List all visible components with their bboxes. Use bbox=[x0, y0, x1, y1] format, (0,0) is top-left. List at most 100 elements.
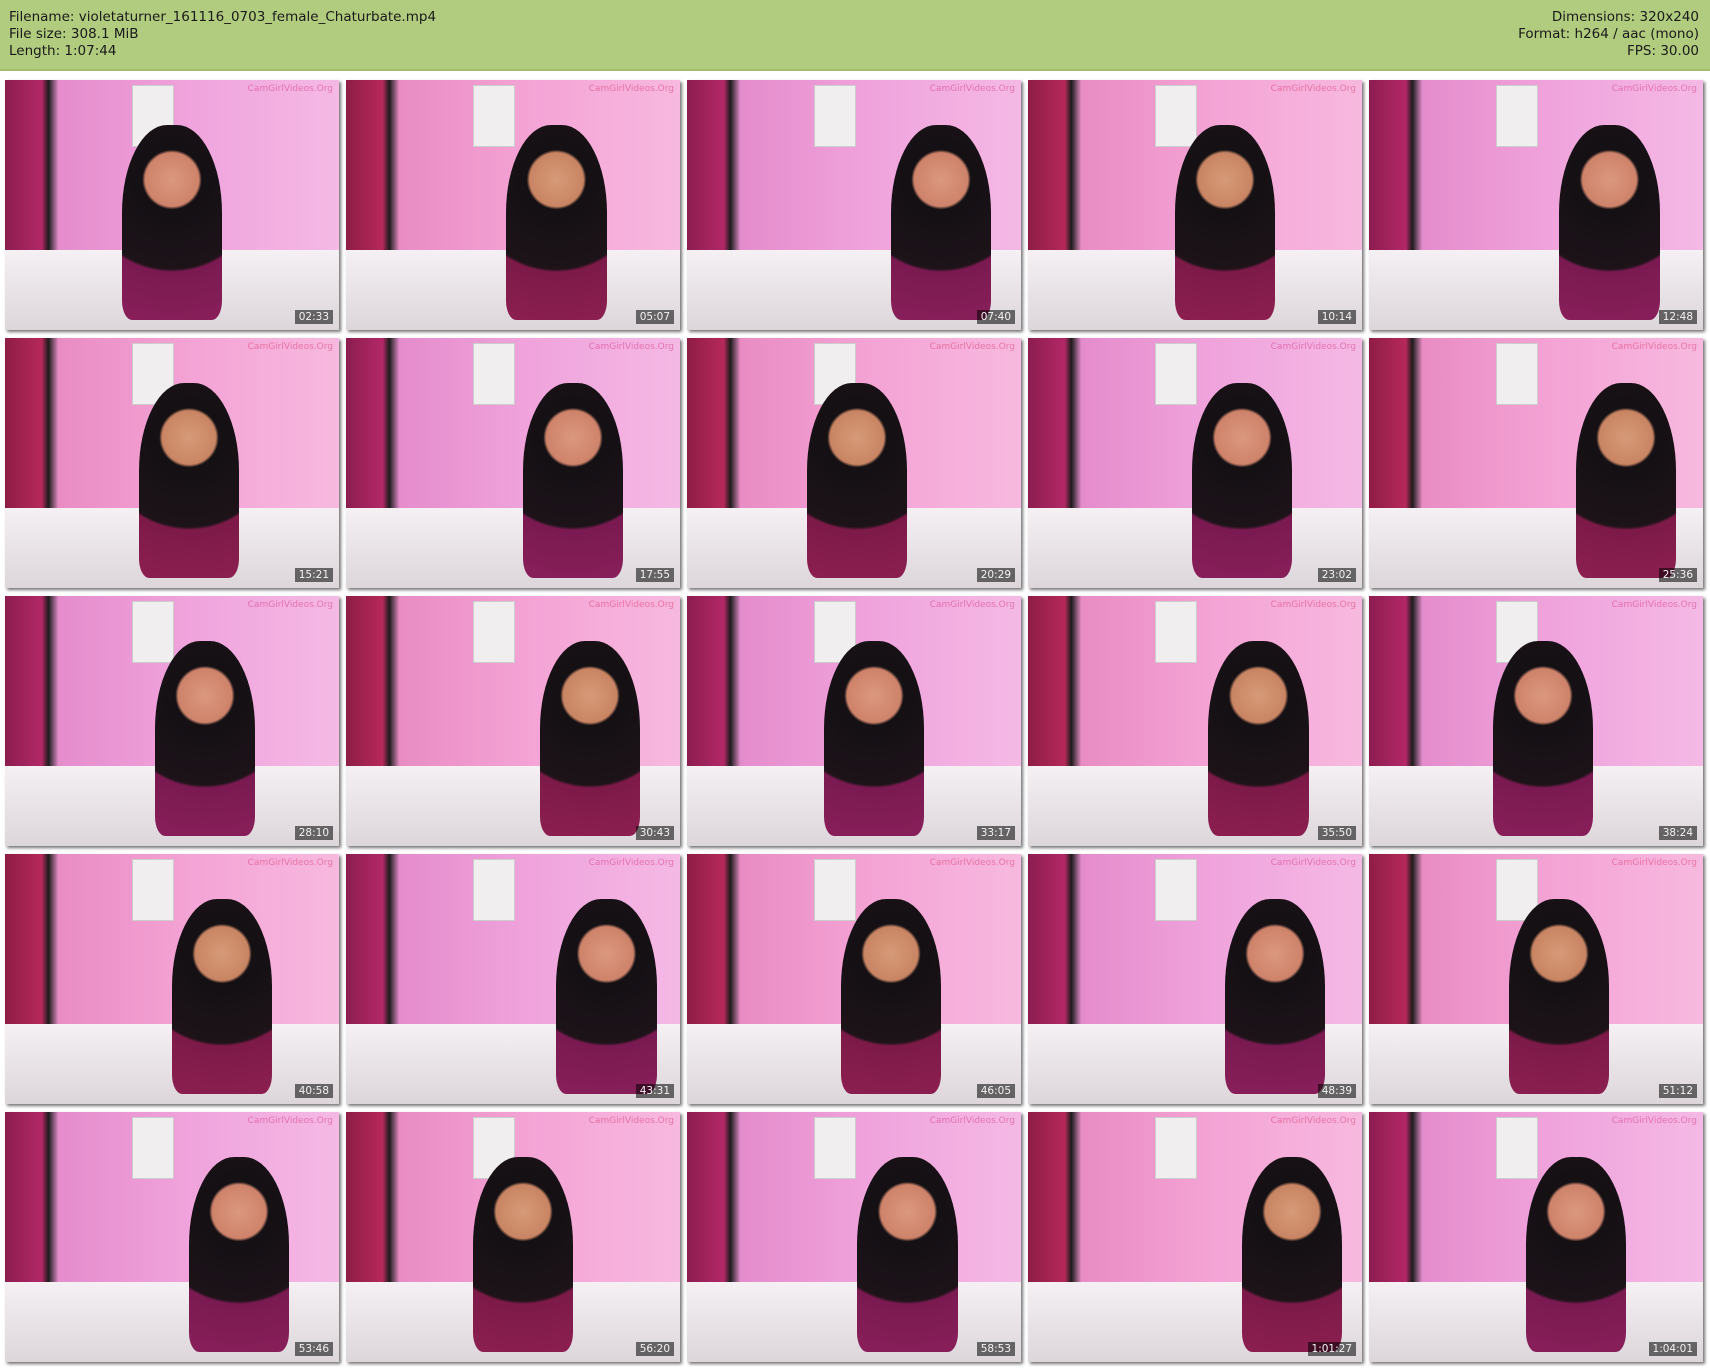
wall-sign-image bbox=[813, 859, 856, 921]
video-thumbnail[interactable]: CamGirlVideos.Org 10:14 bbox=[1028, 80, 1362, 330]
timestamp: 40:58 bbox=[294, 1084, 333, 1098]
person-image bbox=[1576, 383, 1677, 578]
person-image bbox=[472, 1157, 574, 1352]
person-image bbox=[1492, 641, 1593, 836]
wall-sign-image bbox=[472, 601, 515, 663]
watermark: CamGirlVideos.Org bbox=[929, 858, 1015, 868]
watermark: CamGirlVideos.Org bbox=[247, 342, 333, 352]
watermark: CamGirlVideos.Org bbox=[1270, 84, 1356, 94]
watermark: CamGirlVideos.Org bbox=[588, 858, 674, 868]
video-thumbnail[interactable]: CamGirlVideos.Org 35:50 bbox=[1028, 596, 1362, 846]
timestamp: 56:20 bbox=[635, 1342, 674, 1356]
video-thumbnail[interactable]: CamGirlVideos.Org 15:21 bbox=[5, 338, 339, 588]
timestamp: 17:55 bbox=[635, 568, 674, 582]
watermark: CamGirlVideos.Org bbox=[588, 342, 674, 352]
video-thumbnail[interactable]: CamGirlVideos.Org 58:53 bbox=[687, 1112, 1021, 1362]
watermark: CamGirlVideos.Org bbox=[588, 600, 674, 610]
video-thumbnail[interactable]: CamGirlVideos.Org 02:33 bbox=[5, 80, 339, 330]
file-size: File size: 308.1 MiB bbox=[9, 26, 139, 42]
person-image bbox=[556, 899, 657, 1094]
timestamp: 30:43 bbox=[635, 826, 674, 840]
video-thumbnail[interactable]: CamGirlVideos.Org 17:55 bbox=[346, 338, 680, 588]
wall-sign-image bbox=[1154, 85, 1197, 147]
info-header: Filename: violetaturner_161116_0703_fema… bbox=[0, 0, 1710, 71]
person-image bbox=[840, 899, 941, 1094]
person-image bbox=[1241, 1157, 1342, 1352]
video-thumbnail[interactable]: CamGirlVideos.Org 40:58 bbox=[5, 854, 339, 1104]
video-thumbnail[interactable]: CamGirlVideos.Org 23:02 bbox=[1028, 338, 1362, 588]
wall-sign-image bbox=[131, 601, 174, 663]
watermark: CamGirlVideos.Org bbox=[929, 84, 1015, 94]
video-thumbnail[interactable]: CamGirlVideos.Org 07:40 bbox=[687, 80, 1021, 330]
video-thumbnail[interactable]: CamGirlVideos.Org 56:20 bbox=[346, 1112, 680, 1362]
watermark: CamGirlVideos.Org bbox=[247, 600, 333, 610]
timestamp: 51:12 bbox=[1658, 1084, 1697, 1098]
timestamp: 38:24 bbox=[1658, 826, 1697, 840]
dimensions: Dimensions: 320x240 bbox=[1551, 9, 1699, 25]
timestamp: 53:46 bbox=[294, 1342, 333, 1356]
wall-sign-image bbox=[1154, 343, 1197, 405]
video-thumbnail[interactable]: CamGirlVideos.Org 38:24 bbox=[1369, 596, 1703, 846]
person-image bbox=[857, 1157, 958, 1352]
video-thumbnail[interactable]: CamGirlVideos.Org 53:46 bbox=[5, 1112, 339, 1362]
bed-image bbox=[346, 508, 680, 588]
wall-sign-image bbox=[1495, 85, 1538, 147]
person-image bbox=[121, 125, 223, 320]
person-image bbox=[807, 383, 908, 578]
timestamp: 33:17 bbox=[976, 826, 1015, 840]
wall-sign-image bbox=[131, 1117, 174, 1179]
video-thumbnail[interactable]: CamGirlVideos.Org 43:31 bbox=[346, 854, 680, 1104]
filename: Filename: violetaturner_161116_0703_fema… bbox=[9, 9, 437, 25]
watermark: CamGirlVideos.Org bbox=[1611, 600, 1697, 610]
wall-sign-image bbox=[813, 85, 856, 147]
video-thumbnail[interactable]: CamGirlVideos.Org 1:01:27 bbox=[1028, 1112, 1362, 1362]
video-thumbnail[interactable]: CamGirlVideos.Org 28:10 bbox=[5, 596, 339, 846]
wall-sign-image bbox=[472, 343, 515, 405]
timestamp: 1:01:27 bbox=[1307, 1342, 1356, 1356]
timestamp: 23:02 bbox=[1317, 568, 1356, 582]
bed-image bbox=[5, 1282, 339, 1362]
timestamp: 20:29 bbox=[976, 568, 1015, 582]
video-thumbnail[interactable]: CamGirlVideos.Org 46:05 bbox=[687, 854, 1021, 1104]
wall-sign-image bbox=[1495, 1117, 1538, 1179]
timestamp: 05:07 bbox=[635, 310, 674, 324]
video-thumbnail[interactable]: CamGirlVideos.Org 30:43 bbox=[346, 596, 680, 846]
file-info-right: Dimensions: 320x240 Format: h264 / aac (… bbox=[1518, 9, 1699, 60]
person-image bbox=[523, 383, 624, 578]
person-image bbox=[1225, 899, 1326, 1094]
wall-sign-image bbox=[472, 85, 515, 147]
length: Length: 1:07:44 bbox=[9, 43, 117, 59]
person-image bbox=[1208, 641, 1309, 836]
bed-image bbox=[1028, 766, 1362, 846]
wall-sign-image bbox=[1154, 601, 1197, 663]
watermark: CamGirlVideos.Org bbox=[1270, 1116, 1356, 1126]
watermark: CamGirlVideos.Org bbox=[1270, 600, 1356, 610]
timestamp: 25:36 bbox=[1658, 568, 1697, 582]
timestamp: 58:53 bbox=[976, 1342, 1015, 1356]
video-thumbnail[interactable]: CamGirlVideos.Org 48:39 bbox=[1028, 854, 1362, 1104]
video-thumbnail[interactable]: CamGirlVideos.Org 20:29 bbox=[687, 338, 1021, 588]
format: Format: h264 / aac (mono) bbox=[1518, 26, 1699, 42]
video-thumbnail[interactable]: CamGirlVideos.Org 05:07 bbox=[346, 80, 680, 330]
person-image bbox=[890, 125, 991, 320]
timestamp: 48:39 bbox=[1317, 1084, 1356, 1098]
watermark: CamGirlVideos.Org bbox=[588, 1116, 674, 1126]
watermark: CamGirlVideos.Org bbox=[1270, 858, 1356, 868]
timestamp: 35:50 bbox=[1317, 826, 1356, 840]
person-image bbox=[1525, 1157, 1627, 1352]
watermark: CamGirlVideos.Org bbox=[929, 1116, 1015, 1126]
timestamp: 10:14 bbox=[1317, 310, 1356, 324]
video-thumbnail[interactable]: CamGirlVideos.Org 12:48 bbox=[1369, 80, 1703, 330]
bed-image bbox=[687, 1282, 1021, 1362]
video-thumbnail[interactable]: CamGirlVideos.Org 33:17 bbox=[687, 596, 1021, 846]
timestamp: 43:31 bbox=[635, 1084, 674, 1098]
person-image bbox=[539, 641, 640, 836]
video-thumbnail[interactable]: CamGirlVideos.Org 1:04:01 bbox=[1369, 1112, 1703, 1362]
fps: FPS: 30.00 bbox=[1627, 43, 1699, 59]
watermark: CamGirlVideos.Org bbox=[247, 858, 333, 868]
person-image bbox=[155, 641, 256, 836]
video-thumbnail[interactable]: CamGirlVideos.Org 51:12 bbox=[1369, 854, 1703, 1104]
watermark: CamGirlVideos.Org bbox=[247, 84, 333, 94]
person-image bbox=[1191, 383, 1292, 578]
video-thumbnail[interactable]: CamGirlVideos.Org 25:36 bbox=[1369, 338, 1703, 588]
